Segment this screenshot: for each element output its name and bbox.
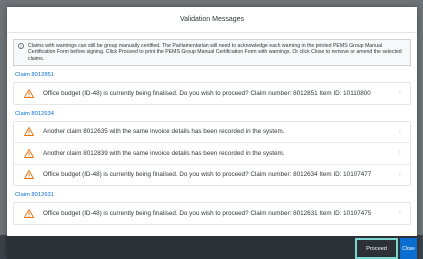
message-list: Office budget (ID-48) is currently being… xyxy=(13,202,411,225)
group-title: Claim 8012851 xyxy=(15,72,54,79)
warning-icon xyxy=(24,149,34,158)
chevron-right-icon: › xyxy=(398,209,401,217)
message-list: Another claim 8012635 with the same invo… xyxy=(13,120,411,187)
message-groups: Claim 8012851 Office budget (ID-48) is c… xyxy=(7,66,417,225)
message-item[interactable]: Office budget (ID-48) is currently being… xyxy=(14,83,410,104)
validation-dialog: Validation Messages i Claims with warnin… xyxy=(7,7,417,259)
message-text: Another claim 8012635 with the same invo… xyxy=(43,128,285,136)
group-title: Claim 8012631 xyxy=(15,192,54,199)
warning-icon xyxy=(24,89,34,98)
message-text: Another claim 8012839 with the same invo… xyxy=(43,149,285,157)
chevron-right-icon: › xyxy=(398,170,401,178)
message-item[interactable]: Office budget (ID-48) is currently being… xyxy=(14,163,410,186)
info-message: i Claims with warnings can still be grou… xyxy=(13,39,411,67)
proceed-button[interactable]: Proceed xyxy=(355,238,398,259)
chevron-right-icon: › xyxy=(398,89,401,97)
dialog-footer: Proceed Close xyxy=(7,236,417,259)
message-list: Office budget (ID-48) is currently being… xyxy=(13,82,411,105)
warning-icon xyxy=(24,209,34,218)
message-text: Office budget (ID-48) is currently being… xyxy=(43,89,371,97)
info-icon: i xyxy=(18,43,24,49)
message-text: Office budget (ID-48) is currently being… xyxy=(43,171,372,179)
group-title: Claim 8012634 xyxy=(15,110,54,117)
message-item[interactable]: Office budget (ID-48) is currently being… xyxy=(14,203,410,224)
warning-icon xyxy=(24,127,34,137)
dialog-title: Validation Messages xyxy=(7,7,417,33)
message-text: Office budget (ID-48) is currently being… xyxy=(43,209,372,217)
warning-icon xyxy=(24,170,34,180)
message-item[interactable]: Another claim 8012635 with the same invo… xyxy=(14,122,410,143)
chevron-right-icon: › xyxy=(398,127,401,135)
info-text: Claims with warnings can still be group … xyxy=(28,43,402,62)
message-item[interactable]: Another claim 8012839 with the same invo… xyxy=(14,142,410,164)
chevron-right-icon: › xyxy=(398,149,401,157)
close-button[interactable]: Close xyxy=(400,238,417,259)
